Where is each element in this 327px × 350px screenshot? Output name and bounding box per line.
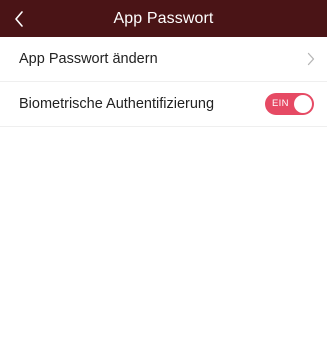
biometric-auth-toggle[interactable]: EIN xyxy=(265,93,314,115)
page-title: App Passwort xyxy=(113,10,214,27)
toggle-state-label: EIN xyxy=(272,98,289,109)
change-app-password-label: App Passwort ändern xyxy=(19,51,158,67)
app-header: App Passwort xyxy=(0,0,327,37)
chevron-right-icon xyxy=(303,37,319,81)
settings-list: App Passwort ändern Biometrische Authent… xyxy=(0,37,327,127)
biometric-auth-label: Biometrische Authentifizierung xyxy=(19,96,215,112)
change-app-password-row[interactable]: App Passwort ändern xyxy=(0,37,327,82)
back-button[interactable] xyxy=(4,0,34,37)
chevron-left-icon xyxy=(15,10,23,27)
biometric-auth-row: Biometrische Authentifizierung EIN xyxy=(0,82,327,127)
toggle-knob xyxy=(294,95,312,113)
